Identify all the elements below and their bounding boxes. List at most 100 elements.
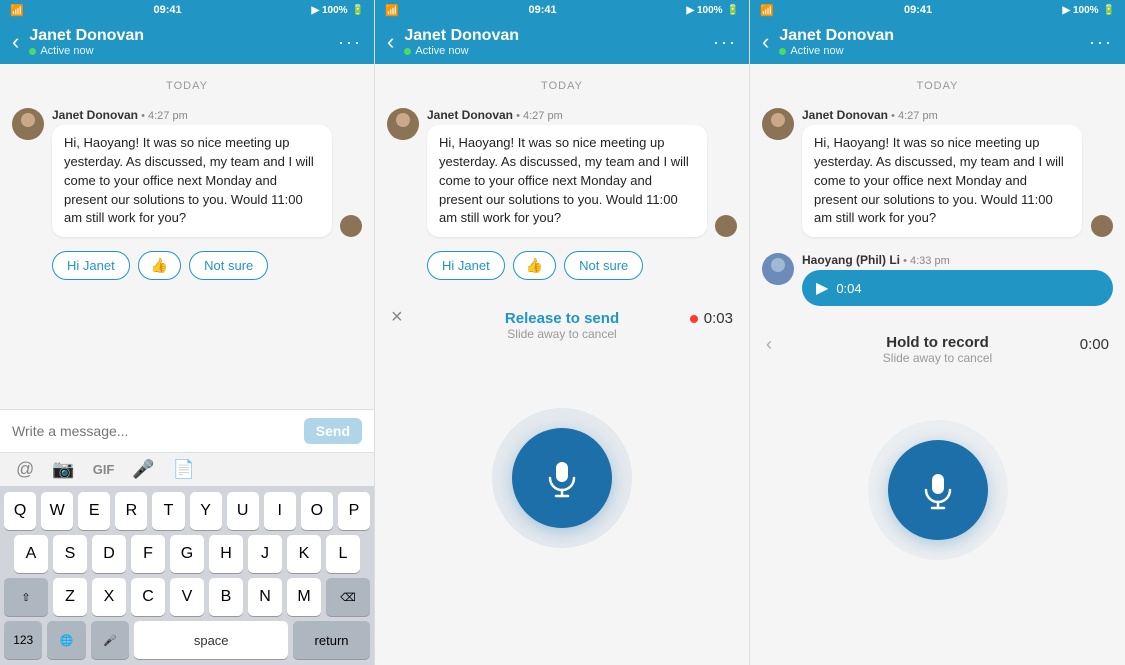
- chat-header-1: ‹ Janet Donovan Active now ···: [0, 20, 374, 64]
- status-text-3: Active now: [790, 45, 843, 57]
- key-globe[interactable]: 🌐: [47, 621, 85, 659]
- recording-cancel-btn[interactable]: ×: [391, 306, 403, 329]
- key-u[interactable]: U: [227, 492, 259, 530]
- quick-reply-not-sure-2[interactable]: Not sure: [564, 251, 643, 280]
- voice-bubble-3b: ▶ 0:04: [802, 270, 1113, 306]
- back-button-2[interactable]: ‹: [387, 31, 394, 53]
- back-button-3[interactable]: ‹: [762, 31, 769, 53]
- key-a[interactable]: A: [14, 535, 48, 573]
- key-delete[interactable]: ⌫: [326, 578, 370, 616]
- quick-reply-hi-janet[interactable]: Hi Janet: [52, 251, 130, 280]
- key-y[interactable]: Y: [190, 492, 222, 530]
- message-meta-3b: Haoyang (Phil) Li • 4:33 pm: [802, 253, 1113, 267]
- hold-cancel-btn[interactable]: ‹: [766, 334, 772, 355]
- key-f[interactable]: F: [131, 535, 165, 573]
- key-d[interactable]: D: [92, 535, 126, 573]
- send-button-1[interactable]: Send: [304, 418, 362, 444]
- key-r[interactable]: R: [115, 492, 147, 530]
- header-info-2: Janet Donovan Active now: [404, 27, 703, 57]
- message-block-2: Janet Donovan • 4:27 pm Hi, Haoyang! It …: [375, 100, 749, 245]
- more-button-2[interactable]: ···: [713, 32, 737, 53]
- status-bar-3: 📶 09:41 ▶ 100% 🔋: [750, 0, 1125, 20]
- at-icon[interactable]: @: [16, 459, 34, 480]
- key-i[interactable]: I: [264, 492, 296, 530]
- avatar-janet-3: [762, 108, 794, 140]
- contact-status-1: Active now: [29, 45, 328, 57]
- key-o[interactable]: O: [301, 492, 333, 530]
- key-g[interactable]: G: [170, 535, 204, 573]
- time-3: 09:41: [904, 4, 932, 16]
- hold-record-area: ‹ Hold to record Slide away to cancel 0:…: [750, 314, 1125, 665]
- key-l[interactable]: L: [326, 535, 360, 573]
- sender-name-3a: Janet Donovan: [802, 108, 888, 122]
- quick-reply-thumbsup-2[interactable]: 👍: [513, 251, 556, 280]
- avatar-janet-1: [12, 108, 44, 140]
- mic-button-recording[interactable]: [512, 428, 612, 528]
- quick-reply-not-sure[interactable]: Not sure: [189, 251, 268, 280]
- key-m[interactable]: M: [287, 578, 321, 616]
- message-content-3a: Janet Donovan • 4:27 pm Hi, Haoyang! It …: [802, 108, 1083, 237]
- time-2: 09:41: [529, 4, 557, 16]
- status-bar-2: 📶 09:41 ▶ 100% 🔋: [375, 0, 749, 20]
- gif-icon[interactable]: GIF: [93, 462, 115, 477]
- hold-title: Hold to record: [883, 334, 992, 351]
- key-b[interactable]: B: [209, 578, 243, 616]
- recording-status: Release to send Slide away to cancel: [505, 310, 619, 341]
- battery-2: 🔋: [727, 5, 739, 16]
- key-s[interactable]: S: [53, 535, 87, 573]
- quick-reply-thumbsup[interactable]: 👍: [138, 251, 181, 280]
- mic-button-hold[interactable]: [888, 440, 988, 540]
- chat-body-3: TODAY Janet Donovan • 4:27 pm Hi, Haoyan…: [750, 64, 1125, 314]
- key-space[interactable]: space: [134, 621, 288, 659]
- chat-body-1: TODAY Janet Donovan • 4:27 pm Hi, Haoyan…: [0, 64, 374, 409]
- key-n[interactable]: N: [248, 578, 282, 616]
- signal-icon-1: ▶ 100%: [312, 5, 348, 16]
- battery-3: 🔋: [1103, 5, 1115, 16]
- avatar-haoyang-3: [762, 253, 794, 285]
- mic-icon[interactable]: 🎤: [132, 459, 154, 480]
- quick-reply-hi-janet-2[interactable]: Hi Janet: [427, 251, 505, 280]
- key-w[interactable]: W: [41, 492, 73, 530]
- key-t[interactable]: T: [152, 492, 184, 530]
- header-info-1: Janet Donovan Active now: [29, 27, 328, 57]
- file-icon[interactable]: 📄: [173, 459, 195, 480]
- camera-icon[interactable]: 📷: [52, 459, 74, 480]
- play-icon[interactable]: ▶: [816, 278, 828, 298]
- more-button-1[interactable]: ···: [338, 32, 362, 53]
- chat-body-2: TODAY Janet Donovan • 4:27 pm Hi, Haoyan…: [375, 64, 749, 290]
- hold-mic-ripple: [868, 420, 1008, 560]
- panel-3: 📶 09:41 ▶ 100% 🔋 ‹ Janet Donovan Active …: [750, 0, 1125, 665]
- date-divider-1: TODAY: [0, 64, 374, 100]
- sender-name-1: Janet Donovan: [52, 108, 138, 122]
- key-h[interactable]: H: [209, 535, 243, 573]
- message-input-1[interactable]: [12, 423, 294, 439]
- recording-subtitle: Slide away to cancel: [505, 327, 619, 341]
- back-button-1[interactable]: ‹: [12, 31, 19, 53]
- key-q[interactable]: Q: [4, 492, 36, 530]
- key-j[interactable]: J: [248, 535, 282, 573]
- read-receipt-2: [715, 215, 737, 237]
- message-content-2: Janet Donovan • 4:27 pm Hi, Haoyang! It …: [427, 108, 707, 237]
- key-v[interactable]: V: [170, 578, 204, 616]
- status-dot-2: [404, 48, 411, 55]
- key-mic-kbd[interactable]: 🎤: [91, 621, 129, 659]
- contact-status-3: Active now: [779, 45, 1079, 57]
- key-123[interactable]: 123: [4, 621, 42, 659]
- key-x[interactable]: X: [92, 578, 126, 616]
- quick-replies-2: Hi Janet 👍 Not sure: [375, 245, 749, 290]
- key-e[interactable]: E: [78, 492, 110, 530]
- key-c[interactable]: C: [131, 578, 165, 616]
- key-z[interactable]: Z: [53, 578, 87, 616]
- mic-ripple: [492, 408, 632, 548]
- wifi-icon-2: 📶: [385, 4, 399, 17]
- message-input-area-1: Send: [0, 409, 374, 452]
- key-return[interactable]: return: [293, 621, 370, 659]
- key-k[interactable]: K: [287, 535, 321, 573]
- key-p[interactable]: P: [338, 492, 370, 530]
- status-text-2: Active now: [415, 45, 468, 57]
- more-button-3[interactable]: ···: [1089, 32, 1113, 53]
- key-shift[interactable]: ⇧: [4, 578, 48, 616]
- status-dot-1: [29, 48, 36, 55]
- message-block-3a: Janet Donovan • 4:27 pm Hi, Haoyang! It …: [750, 100, 1125, 245]
- keyboard-row-3: ⇧ Z X C V B N M ⌫: [4, 578, 370, 616]
